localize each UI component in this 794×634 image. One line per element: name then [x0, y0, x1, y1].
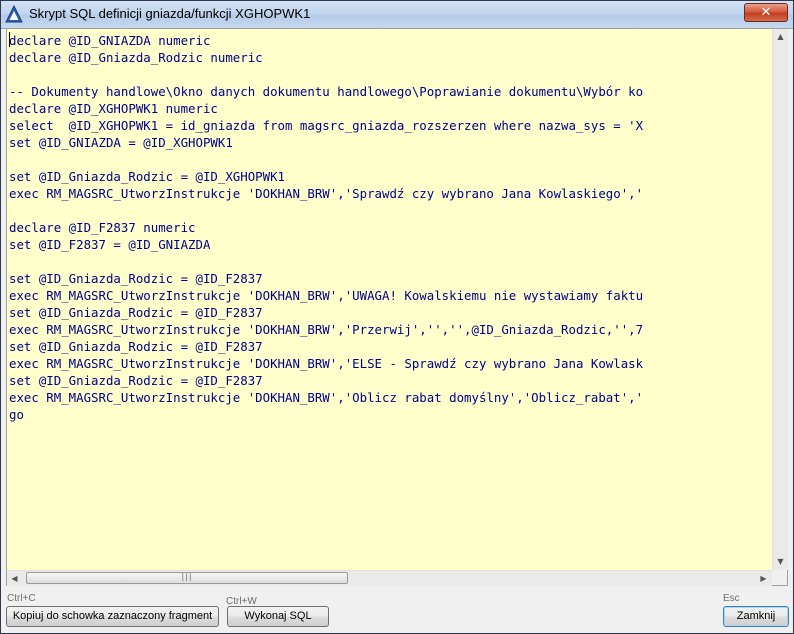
code-line[interactable]: select @ID_XGHOPWK1 = id_gniazda from ma… [9, 117, 772, 134]
copy-shortcut-hint: Ctrl+C [7, 593, 36, 604]
scroll-down-icon[interactable]: ▼ [773, 554, 788, 569]
code-area[interactable]: declare @ID_GNIAZDA numeric declare @ID_G… [7, 29, 772, 570]
scroll-right-icon[interactable]: ▶ [756, 571, 771, 586]
grip-icon: ||| [181, 572, 193, 581]
close-shortcut-hint: Esc [723, 593, 740, 604]
copy-selection-button[interactable]: Kopiuj do schowka zaznaczony fragment [6, 606, 219, 627]
vertical-scrollbar[interactable]: ▲ ▼ [772, 29, 788, 570]
code-line[interactable]: exec RM_MAGSRC_UtworzInstrukcje 'DOKHAN_… [9, 321, 772, 338]
code-line[interactable]: go [9, 406, 772, 423]
code-line[interactable]: set @ID_Gniazda_Rodzic = @ID_F2837 [9, 338, 772, 355]
code-line[interactable]: exec RM_MAGSRC_UtworzInstrukcje 'DOKHAN_… [9, 185, 772, 202]
code-line[interactable]: set @ID_Gniazda_Rodzic = @ID_F2837 [9, 372, 772, 389]
code-line[interactable] [9, 66, 772, 83]
sql-script-window: Skrypt SQL definicji gniazda/funkcji XGH… [0, 0, 794, 634]
app-triangle-icon [5, 5, 23, 23]
scroll-left-icon[interactable]: ◀ [7, 571, 22, 586]
execute-sql-button[interactable]: Wykonaj SQL [227, 606, 329, 627]
code-line[interactable]: declare @ID_Gniazda_Rodzic numeric [9, 49, 772, 66]
sql-editor[interactable]: declare @ID_GNIAZDA numeric declare @ID_G… [6, 28, 788, 586]
code-line[interactable]: set @ID_Gniazda_Rodzic = @ID_F2837 [9, 304, 772, 321]
code-line[interactable]: set @ID_F2837 = @ID_GNIAZDA [9, 236, 772, 253]
code-line[interactable] [9, 151, 772, 168]
close-button[interactable]: Zamknij [723, 606, 789, 627]
code-line[interactable]: set @ID_GNIAZDA = @ID_XGHOPWK1 [9, 134, 772, 151]
scroll-up-icon[interactable]: ▲ [773, 29, 788, 44]
code-line[interactable]: -- Dokumenty handlowe\Okno danych dokume… [9, 83, 772, 100]
code-line[interactable]: declare @ID_XGHOPWK1 numeric [9, 100, 772, 117]
text-caret [9, 32, 10, 47]
code-line[interactable]: exec RM_MAGSRC_UtworzInstrukcje 'DOKHAN_… [9, 287, 772, 304]
code-line[interactable]: set @ID_Gniazda_Rodzic = @ID_XGHOPWK1 [9, 168, 772, 185]
code-line[interactable]: exec RM_MAGSRC_UtworzInstrukcje 'DOKHAN_… [9, 389, 772, 406]
code-line[interactable]: declare @ID_GNIAZDA numeric [9, 32, 772, 49]
scrollbar-corner [772, 570, 787, 585]
code-line[interactable]: declare @ID_F2837 numeric [9, 219, 772, 236]
code-line[interactable]: set @ID_Gniazda_Rodzic = @ID_F2837 [9, 270, 772, 287]
close-icon: ✕ [760, 5, 772, 20]
sql-code[interactable]: declare @ID_GNIAZDA numeric declare @ID_G… [7, 29, 772, 423]
window-title: Skrypt SQL definicji gniazda/funkcji XGH… [29, 6, 311, 21]
code-line[interactable]: exec RM_MAGSRC_UtworzInstrukcje 'DOKHAN_… [9, 355, 772, 372]
close-window-button[interactable]: ✕ [744, 3, 788, 22]
code-line[interactable] [9, 253, 772, 270]
horizontal-scroll-thumb[interactable]: ||| [26, 572, 348, 584]
code-line[interactable] [9, 202, 772, 219]
title-bar[interactable]: Skrypt SQL definicji gniazda/funkcji XGH… [1, 1, 793, 29]
horizontal-scrollbar[interactable]: ◀ ||| ▶ [7, 570, 772, 586]
